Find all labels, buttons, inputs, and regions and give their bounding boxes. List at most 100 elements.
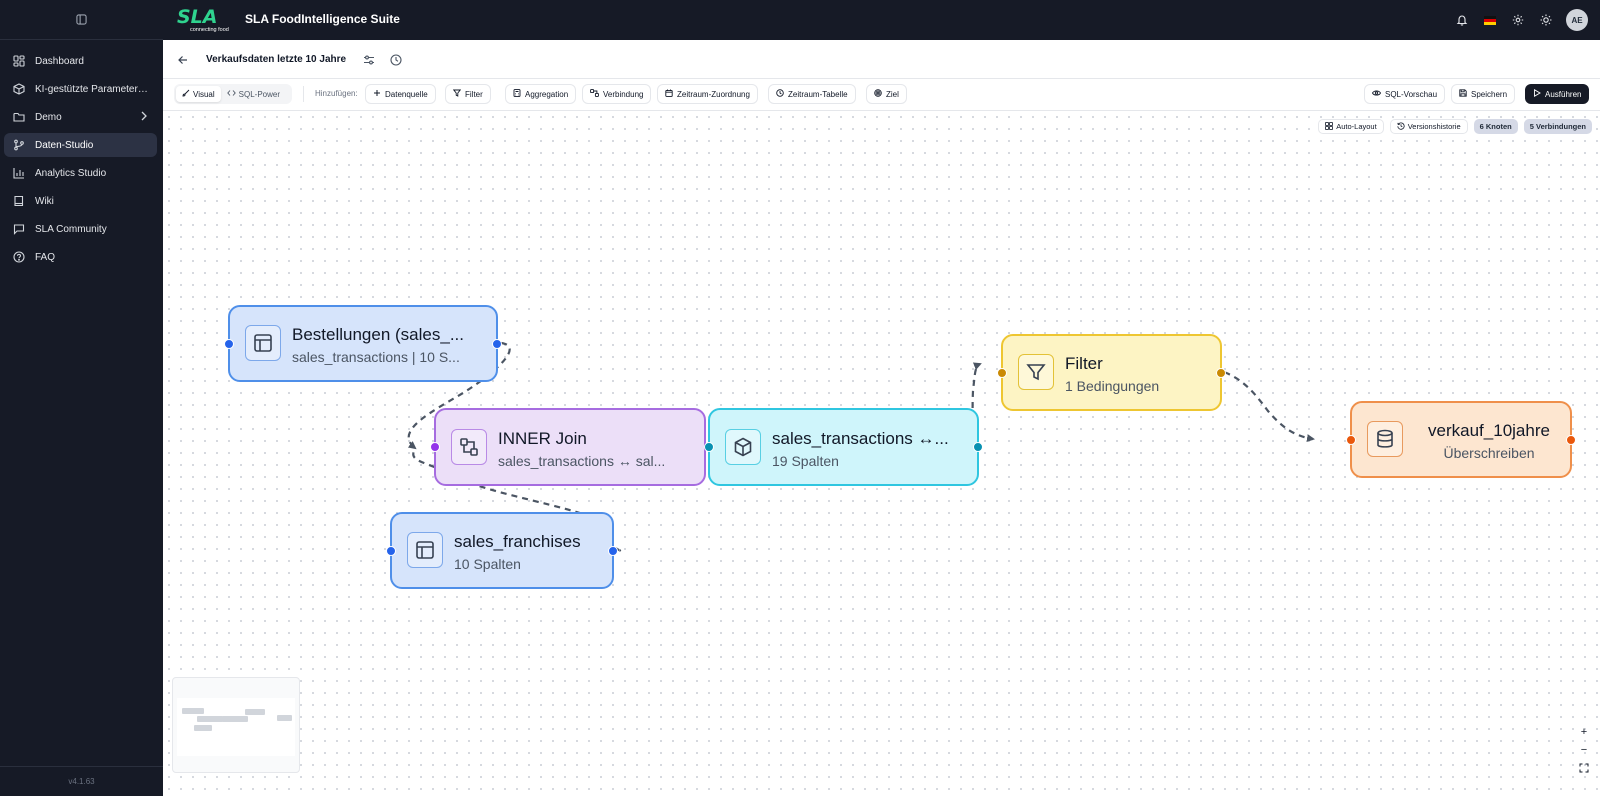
- add-datasource-label: Datenquelle: [385, 89, 428, 99]
- save-button[interactable]: Speichern: [1451, 84, 1516, 104]
- german-flag-icon[interactable]: [1482, 12, 1498, 28]
- table-icon: [245, 325, 281, 361]
- sidebar-item-daten-studio[interactable]: Daten-Studio: [4, 133, 157, 157]
- mode-visual-label: Visual: [193, 89, 215, 99]
- node-target-verkauf[interactable]: verkauf_10jahre Überschreiben: [1346, 401, 1576, 478]
- node-subtitle: 19 Spalten: [772, 453, 839, 469]
- minimap-node: [277, 715, 292, 721]
- run-label: Ausführen: [1545, 89, 1582, 99]
- sidebar-item-label: FAQ: [35, 251, 56, 263]
- mode-visual-tab[interactable]: Visual: [176, 86, 221, 102]
- node-output-handle[interactable]: [1566, 435, 1576, 445]
- node-bestellungen[interactable]: Bestellungen (sales_... sales_transactio…: [224, 305, 502, 382]
- add-period-mapping-button[interactable]: Zeitraum-Zuordnung: [657, 84, 758, 104]
- sidebar-item-sla-community[interactable]: SLA Community: [4, 217, 157, 241]
- page-header: Verkaufsdaten letzte 10 Jahre: [163, 40, 1600, 79]
- node-filter[interactable]: Filter 1 Bedingungen: [997, 334, 1226, 411]
- node-input-handle[interactable]: [430, 442, 440, 452]
- node-input-handle[interactable]: [1346, 435, 1356, 445]
- mode-sql-tab[interactable]: SQL-Power: [221, 86, 286, 102]
- sidebar-toggle-icon[interactable]: [74, 12, 90, 28]
- node-output-handle[interactable]: [608, 546, 618, 556]
- run-button[interactable]: Ausführen: [1525, 84, 1590, 104]
- add-datasource-button[interactable]: Datenquelle: [365, 84, 436, 104]
- zoom-in-button[interactable]: +: [1577, 725, 1591, 739]
- filter-icon: [452, 89, 462, 99]
- brush-icon: [182, 89, 190, 99]
- sliders-icon[interactable]: [363, 53, 377, 67]
- node-output-handle[interactable]: [492, 339, 502, 349]
- sidebar-item-wiki[interactable]: Wiki: [4, 189, 157, 213]
- node-input-handle[interactable]: [224, 339, 234, 349]
- add-period-mapping-label: Zeitraum-Zuordnung: [677, 89, 750, 99]
- join-icon: [451, 429, 487, 465]
- eye-icon: [1371, 89, 1382, 99]
- mode-switch: Visual SQL-Power: [174, 84, 292, 104]
- node-output-handle[interactable]: [973, 442, 983, 452]
- sidebar-item-analytics-studio[interactable]: Analytics Studio: [4, 161, 157, 185]
- node-title: sales_transactions ↔...: [772, 429, 949, 448]
- node-sales-transactions-combined[interactable]: sales_transactions ↔... 19 Spalten: [704, 408, 983, 486]
- help-icon: [12, 250, 26, 264]
- node-input-handle[interactable]: [704, 442, 714, 452]
- book-icon: [12, 194, 26, 208]
- folder-icon: [12, 110, 26, 124]
- node-subtitle: 10 Spalten: [454, 556, 521, 572]
- clock-icon[interactable]: [390, 53, 404, 67]
- minimap-viewport: [177, 698, 295, 756]
- clock-icon: [776, 89, 784, 99]
- sun-icon[interactable]: [1538, 12, 1554, 28]
- sql-preview-button[interactable]: SQL-Vorschau: [1364, 84, 1446, 104]
- sidebar-header: [0, 0, 163, 40]
- page-title: Verkaufsdaten letzte 10 Jahre: [206, 54, 347, 65]
- table-icon: [407, 532, 443, 568]
- cube-icon: [12, 82, 26, 96]
- sla-logo[interactable]: SLA connecting food: [176, 5, 234, 33]
- sidebar-item-label: Dashboard: [35, 55, 84, 67]
- add-label: Hinzufügen:: [315, 89, 358, 98]
- zoom-out-button[interactable]: −: [1577, 743, 1591, 757]
- node-subtitle: Überschreiben: [1443, 445, 1535, 461]
- play-icon: [1533, 89, 1541, 99]
- sidebar-item-demo[interactable]: Demo: [4, 105, 157, 129]
- node-input-handle[interactable]: [997, 368, 1007, 378]
- add-target-button[interactable]: Ziel: [866, 84, 907, 104]
- add-aggregation-label: Aggregation: [525, 89, 569, 99]
- add-filter-label: Filter: [465, 89, 483, 99]
- back-arrow-icon[interactable]: [177, 53, 191, 67]
- sidebar-item-faq[interactable]: FAQ: [4, 245, 157, 269]
- add-connection-button[interactable]: Verbindung: [582, 84, 652, 104]
- gear-icon[interactable]: [1510, 12, 1526, 28]
- editor-toolbar: Visual SQL-Power Hinzufügen: Datenquelle…: [163, 79, 1600, 111]
- flow-canvas[interactable]: Auto-Layout Versionshistorie 6 Knoten 5 …: [163, 111, 1600, 796]
- plus-icon: [373, 89, 381, 99]
- toolbar-divider: [303, 86, 304, 102]
- sidebar-item-ki-parameter[interactable]: KI-gestützte Parameterer...: [4, 77, 157, 101]
- avatar[interactable]: AE: [1566, 9, 1588, 31]
- sidebar-item-dashboard[interactable]: Dashboard: [4, 49, 157, 73]
- add-filter-button[interactable]: Filter: [445, 84, 491, 104]
- node-input-handle[interactable]: [386, 546, 396, 556]
- add-period-table-button[interactable]: Zeitraum-Tabelle: [768, 84, 856, 104]
- bell-icon[interactable]: [1454, 12, 1470, 28]
- node-output-handle[interactable]: [1216, 368, 1226, 378]
- zoom-controls: + −: [1576, 725, 1592, 775]
- sidebar-item-label: Daten-Studio: [35, 139, 94, 151]
- node-title: Bestellungen (sales_...: [292, 325, 464, 344]
- node-sales-franchises[interactable]: sales_franchises 10 Spalten: [386, 512, 618, 589]
- database-icon: [1367, 421, 1403, 457]
- node-inner-join[interactable]: INNER Join sales_transactions ↔ sal...: [430, 408, 706, 486]
- add-connection-label: Verbindung: [603, 89, 644, 99]
- sidebar-nav: Dashboard KI-gestützte Parameterer... De…: [0, 40, 163, 269]
- fit-view-icon[interactable]: [1577, 761, 1591, 775]
- chevron-right-icon[interactable]: [139, 110, 149, 125]
- sidebar-item-label: Wiki: [35, 195, 54, 207]
- save-label: Speichern: [1471, 89, 1508, 99]
- minimap[interactable]: [172, 677, 300, 773]
- add-period-table-label: Zeitraum-Tabelle: [788, 89, 848, 99]
- add-aggregation-button[interactable]: Aggregation: [505, 84, 577, 104]
- node-title: Filter: [1065, 354, 1103, 373]
- minimap-node: [245, 709, 265, 715]
- app-header: SLA connecting food SLA FoodIntelligence…: [163, 0, 1600, 40]
- sql-preview-label: SQL-Vorschau: [1385, 89, 1438, 99]
